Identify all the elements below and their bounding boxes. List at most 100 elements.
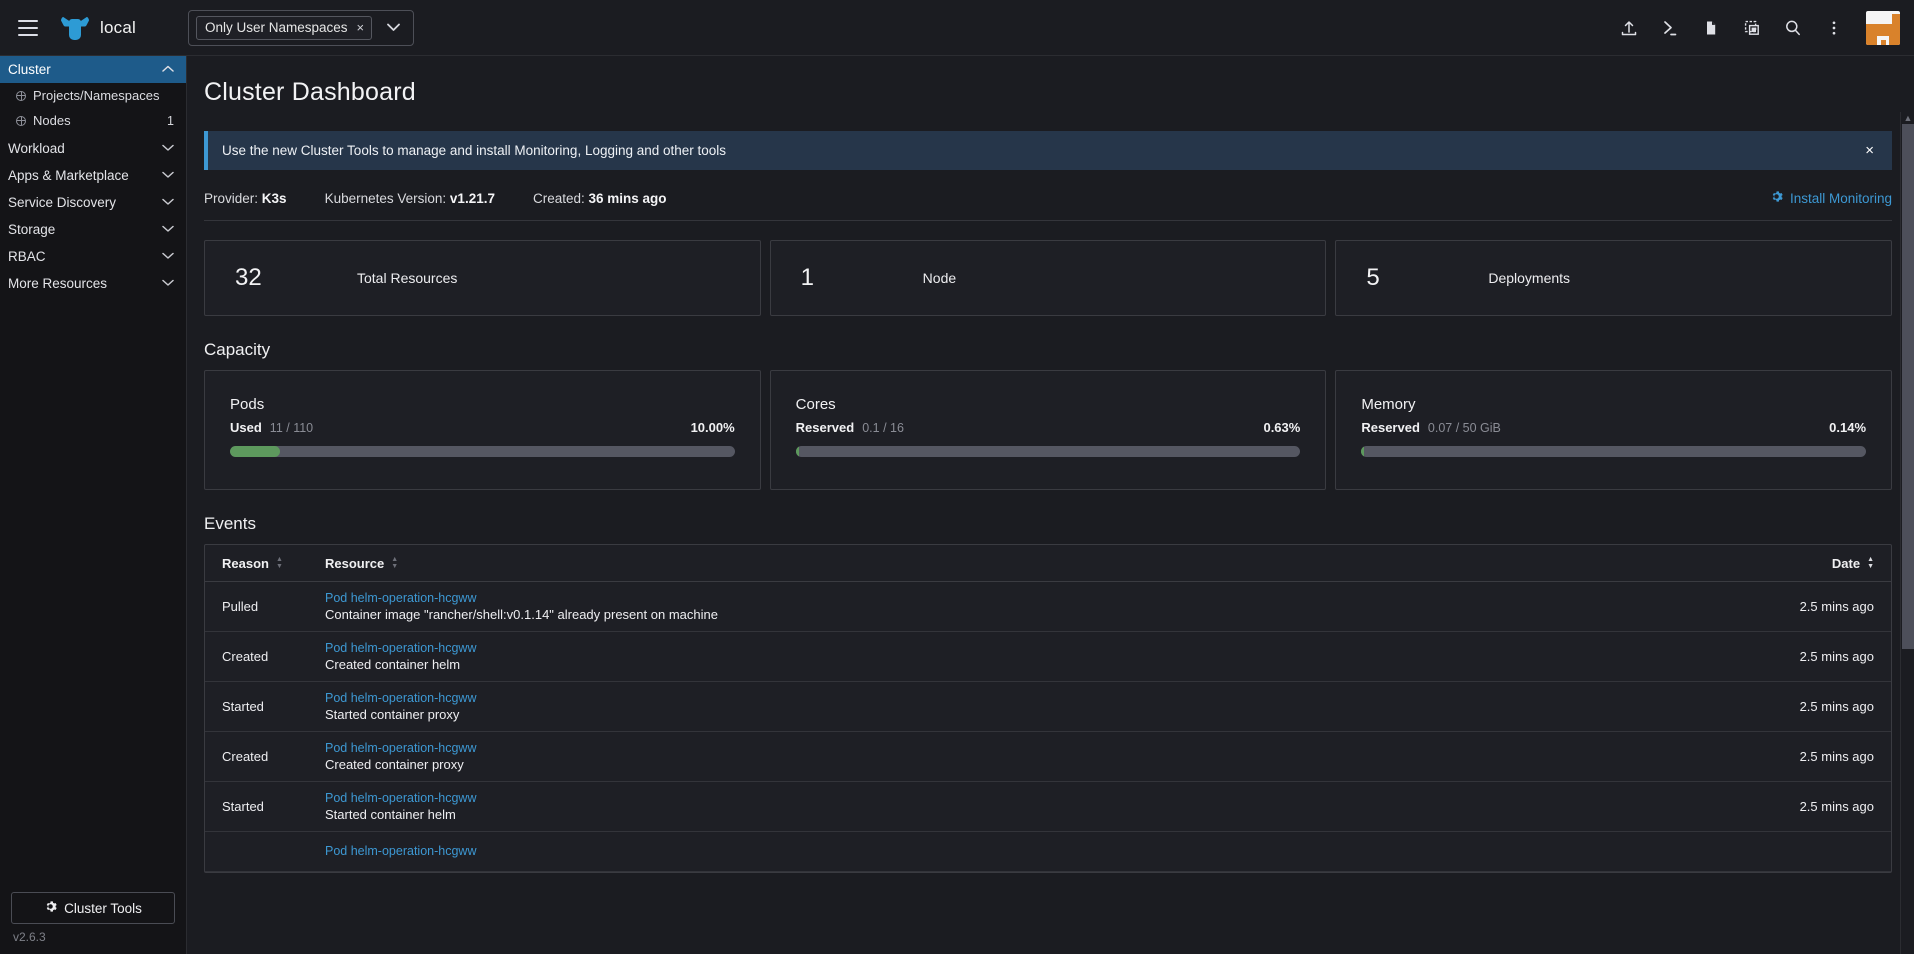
kubectl-shell-icon[interactable] xyxy=(1649,0,1690,56)
namespace-filter-dropdown[interactable]: Only User Namespaces × xyxy=(188,10,414,46)
memory-capacity-sub: Reserved xyxy=(1361,420,1420,435)
close-icon[interactable]: × xyxy=(357,21,365,34)
docs-icon[interactable] xyxy=(1690,0,1731,56)
sort-icon[interactable]: ▲▼ xyxy=(1867,557,1874,570)
memory-capacity-line: Reserved 0.07 / 50 GiB 0.14% xyxy=(1361,420,1866,435)
memory-capacity-percent: 0.14% xyxy=(1829,420,1866,435)
event-resource-link[interactable]: Pod helm-operation-hcgww xyxy=(325,741,1800,755)
chevron-down-icon[interactable] xyxy=(162,251,174,262)
chevron-down-icon[interactable] xyxy=(162,197,174,208)
import-yaml-icon[interactable] xyxy=(1608,0,1649,56)
table-row[interactable]: Pulled Pod helm-operation-hcgww Containe… xyxy=(205,582,1891,632)
event-resource: Pod helm-operation-hcgww xyxy=(325,844,1874,860)
event-message: Container image "rancher/shell:v0.1.14" … xyxy=(325,607,1800,622)
events-section-title: Events xyxy=(204,514,1892,534)
sidebar-item-storage[interactable]: Storage xyxy=(0,216,186,243)
sidebar-item-service-discovery[interactable]: Service Discovery xyxy=(0,189,186,216)
sidebar-item-more-resources[interactable]: More Resources xyxy=(0,270,186,297)
sort-icon[interactable]: ▲▼ xyxy=(391,557,398,570)
kubernetes-version-meta: Kubernetes Version: v1.21.7 xyxy=(325,191,495,206)
install-monitoring-label: Install Monitoring xyxy=(1790,191,1892,206)
pods-capacity-fraction: 11 / 110 xyxy=(270,421,313,435)
memory-capacity-fraction: 0.07 / 50 GiB xyxy=(1428,421,1501,435)
cluster-tools-button[interactable]: Cluster Tools xyxy=(11,892,175,924)
install-monitoring-link[interactable]: Install Monitoring xyxy=(1770,190,1892,206)
sidebar-footer: Cluster Tools v2.6.3 xyxy=(0,892,186,954)
column-header-resource[interactable]: Resource ▲▼ xyxy=(325,556,1832,571)
sidebar-item-cluster[interactable]: Cluster xyxy=(0,56,186,83)
chevron-down-icon[interactable] xyxy=(378,21,409,35)
sidebar-item-nodes[interactable]: Nodes 1 xyxy=(0,108,186,133)
gear-icon xyxy=(44,900,57,916)
event-reason: Created xyxy=(222,749,325,764)
chevron-down-icon[interactable] xyxy=(162,278,174,289)
sidebar-item-label: Cluster xyxy=(8,62,162,77)
sidebar-item-label: Service Discovery xyxy=(8,195,162,210)
sidebar-item-projects-namespaces[interactable]: Projects/Namespaces xyxy=(0,83,186,108)
deployments-label: Deployments xyxy=(1488,270,1570,286)
sidebar-item-apps-marketplace[interactable]: Apps & Marketplace xyxy=(0,162,186,189)
event-resource-link[interactable]: Pod helm-operation-hcgww xyxy=(325,791,1800,805)
event-resource: Pod helm-operation-hcgww Container image… xyxy=(325,591,1800,622)
search-icon[interactable] xyxy=(1772,0,1813,56)
table-row[interactable]: Created Pod helm-operation-hcgww Created… xyxy=(205,632,1891,682)
sidebar-item-label: More Resources xyxy=(8,276,162,291)
event-message: Created container helm xyxy=(325,657,1800,672)
node-value: 1 xyxy=(771,264,923,292)
table-row[interactable]: Started Pod helm-operation-hcgww Started… xyxy=(205,682,1891,732)
total-resources-card: 32 Total Resources xyxy=(204,240,761,316)
copy-kubeconfig-icon[interactable] xyxy=(1731,0,1772,56)
deployments-value: 5 xyxy=(1336,264,1488,292)
chevron-down-icon[interactable] xyxy=(162,224,174,235)
column-header-date-label: Date xyxy=(1832,556,1860,571)
kubernetes-version-label: Kubernetes Version: xyxy=(325,191,447,206)
avatar[interactable] xyxy=(1866,11,1900,45)
table-row[interactable]: Pod helm-operation-hcgww xyxy=(205,832,1891,872)
close-icon[interactable]: × xyxy=(1861,143,1878,158)
event-resource-link[interactable]: Pod helm-operation-hcgww xyxy=(325,641,1800,655)
sidebar-nav: Cluster Projects/Namespaces Nodes 1 xyxy=(0,56,186,892)
kebab-menu-icon[interactable] xyxy=(1813,0,1854,56)
table-row[interactable]: Created Pod helm-operation-hcgww Created… xyxy=(205,732,1891,782)
event-resource-link[interactable]: Pod helm-operation-hcgww xyxy=(325,691,1800,705)
kubernetes-version-value: v1.21.7 xyxy=(450,191,495,206)
main-content: Cluster Dashboard Use the new Cluster To… xyxy=(187,56,1914,954)
chevron-down-icon[interactable] xyxy=(162,143,174,154)
hamburger-icon[interactable] xyxy=(0,0,56,56)
sidebar-item-rbac[interactable]: RBAC xyxy=(0,243,186,270)
event-resource-link[interactable]: Pod helm-operation-hcgww xyxy=(325,844,1874,858)
vertical-scrollbar[interactable]: ▲ ▼ xyxy=(1900,112,1914,954)
column-header-reason[interactable]: Reason ▲▼ xyxy=(222,556,325,571)
event-resource: Pod helm-operation-hcgww Created contain… xyxy=(325,741,1800,772)
total-resources-value: 32 xyxy=(205,264,357,292)
brand[interactable]: local xyxy=(60,15,136,41)
event-reason: Started xyxy=(222,799,325,814)
chevron-down-icon[interactable] xyxy=(162,170,174,181)
namespace-filter-chip[interactable]: Only User Namespaces × xyxy=(196,16,372,40)
event-resource-link[interactable]: Pod helm-operation-hcgww xyxy=(325,591,1800,605)
sort-icon[interactable]: ▲▼ xyxy=(276,557,283,570)
rancher-dashboard-app: local Only User Namespaces × xyxy=(0,0,1914,954)
sidebar-item-label: Apps & Marketplace xyxy=(8,168,162,183)
capacity-section-title: Capacity xyxy=(204,340,1892,360)
chevron-up-icon[interactable] xyxy=(162,64,174,75)
globe-icon xyxy=(16,91,26,101)
created-label: Created: xyxy=(533,191,585,206)
page-title: Cluster Dashboard xyxy=(204,56,1892,107)
scrollbar-thumb[interactable] xyxy=(1902,124,1914,649)
cluster-meta-row: Provider: K3s Kubernetes Version: v1.21.… xyxy=(204,170,1892,221)
sidebar-item-label: Nodes xyxy=(33,113,160,128)
cluster-name: local xyxy=(100,18,136,38)
events-table-header: Reason ▲▼ Resource ▲▼ Date ▲▼ xyxy=(205,545,1891,582)
pods-capacity-line: Used 11 / 110 10.00% xyxy=(230,420,735,435)
column-header-reason-label: Reason xyxy=(222,556,269,571)
table-row[interactable]: Started Pod helm-operation-hcgww Started… xyxy=(205,782,1891,832)
namespace-filter-chip-label: Only User Namespaces xyxy=(205,20,348,35)
chevron-up-icon[interactable]: ▲ xyxy=(1901,113,1914,123)
cores-capacity-fraction: 0.1 / 16 xyxy=(862,421,904,435)
sidebar-item-workload[interactable]: Workload xyxy=(0,135,186,162)
event-date: 2.5 mins ago xyxy=(1800,799,1874,814)
provider-meta: Provider: K3s xyxy=(204,191,287,206)
column-header-date[interactable]: Date ▲▼ xyxy=(1832,556,1874,571)
event-date: 2.5 mins ago xyxy=(1800,649,1874,664)
